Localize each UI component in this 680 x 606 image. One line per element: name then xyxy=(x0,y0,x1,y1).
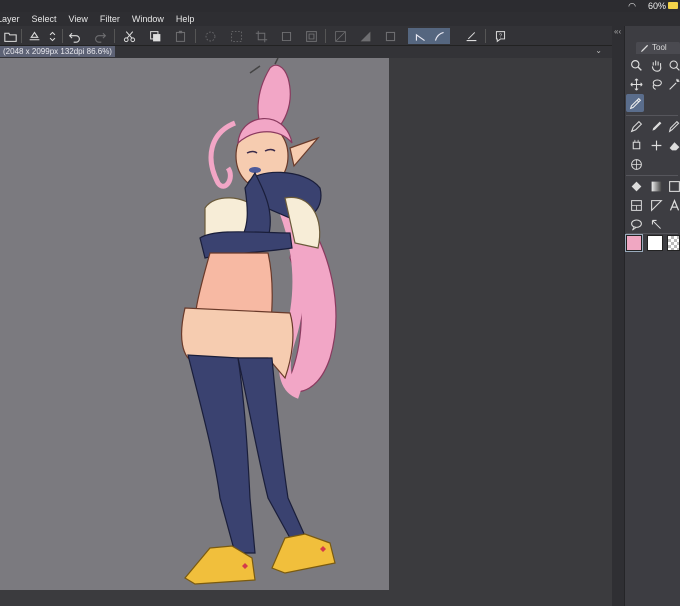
brush-icon[interactable] xyxy=(647,117,665,135)
stepper-icon[interactable] xyxy=(44,28,60,44)
transform-icon[interactable] xyxy=(278,28,294,44)
help-icon[interactable]: ? xyxy=(492,28,508,44)
hand-icon[interactable] xyxy=(647,56,665,74)
panel-divider xyxy=(626,233,678,234)
document-tab[interactable]: (2048 x 2099px 132dpi 86.6%) xyxy=(0,46,115,57)
redo-icon[interactable] xyxy=(92,28,108,44)
tool-tab-label: Tool xyxy=(652,43,667,52)
open-folder-icon[interactable] xyxy=(2,28,18,44)
panel-splitter[interactable] xyxy=(612,40,624,606)
command-bar: ? xyxy=(0,26,612,46)
cut-icon[interactable] xyxy=(121,28,137,44)
ruler-snap-toggle[interactable] xyxy=(408,28,450,44)
sparkle-icon[interactable] xyxy=(647,136,665,154)
workspace xyxy=(0,58,612,606)
eraser-icon[interactable] xyxy=(665,136,680,154)
drawing-canvas[interactable] xyxy=(0,58,389,590)
decoration-icon[interactable] xyxy=(627,136,645,154)
balloon-icon[interactable] xyxy=(627,215,645,233)
lasso-icon[interactable] xyxy=(647,75,665,93)
correct-line-icon[interactable] xyxy=(647,215,665,233)
tool-panel-tab[interactable]: Tool xyxy=(636,42,680,54)
document-tab-bar: (2048 x 2099px 132dpi 86.6%) ⌄ xyxy=(0,46,612,58)
chevron-down-icon[interactable]: ⌄ xyxy=(595,46,602,55)
menu-window[interactable]: Window xyxy=(126,14,170,24)
move-icon[interactable] xyxy=(627,75,645,93)
text-tool-icon[interactable] xyxy=(665,196,680,214)
clear-icon[interactable] xyxy=(332,28,348,44)
invert-selection-icon[interactable] xyxy=(228,28,244,44)
eyedropper-icon[interactable] xyxy=(626,94,644,112)
menu-select[interactable]: Select xyxy=(26,14,63,24)
menu-help[interactable]: Help xyxy=(170,14,201,24)
toolbar-divider xyxy=(21,29,22,43)
menu-bar: Layer Select View Filter Window Help xyxy=(0,12,680,26)
status-bar: ◠ 60% xyxy=(0,0,680,12)
crop-icon[interactable] xyxy=(253,28,269,44)
menu-filter[interactable]: Filter xyxy=(94,14,126,24)
undo-icon[interactable] xyxy=(66,28,82,44)
toolbar-divider xyxy=(195,29,196,43)
ruler-icon[interactable] xyxy=(463,28,479,44)
toolbar-divider xyxy=(325,29,326,43)
main-color-swatch[interactable] xyxy=(625,234,643,252)
svg-text:?: ? xyxy=(498,33,501,39)
scale-icon[interactable] xyxy=(303,28,319,44)
fill-icon[interactable] xyxy=(357,28,373,44)
rotate-icon[interactable] xyxy=(665,56,680,74)
tool-panel xyxy=(624,26,680,606)
grid-icon[interactable] xyxy=(627,155,645,173)
figure-icon[interactable] xyxy=(665,177,680,195)
panel-divider xyxy=(626,115,678,116)
export-icon[interactable] xyxy=(26,28,42,44)
deselect-icon[interactable] xyxy=(202,28,218,44)
fill-bucket-icon[interactable] xyxy=(627,177,645,195)
frame-border-icon[interactable] xyxy=(627,196,645,214)
transparent-color-swatch[interactable] xyxy=(667,235,680,251)
outline-icon[interactable] xyxy=(382,28,398,44)
paste-icon[interactable] xyxy=(172,28,188,44)
zoom-icon[interactable] xyxy=(627,56,645,74)
ruler-tool-icon[interactable] xyxy=(647,196,665,214)
battery-percent: 60% xyxy=(647,1,666,11)
sub-color-swatch[interactable] xyxy=(647,235,663,251)
toolbar-divider xyxy=(485,29,486,43)
artwork xyxy=(180,58,337,585)
pen-icon xyxy=(640,44,649,53)
pen-tool-icon[interactable] xyxy=(627,117,645,135)
magic-wand-icon[interactable] xyxy=(665,75,680,93)
wifi-icon: ◠ xyxy=(628,1,636,11)
battery-icon xyxy=(668,2,678,9)
toolbar-divider xyxy=(62,29,63,43)
menu-view[interactable]: View xyxy=(63,14,94,24)
toolbar-divider xyxy=(114,29,115,43)
panel-divider xyxy=(626,175,678,176)
menu-layer[interactable]: Layer xyxy=(0,14,26,24)
copy-icon[interactable] xyxy=(147,28,163,44)
gradient-icon[interactable] xyxy=(647,177,665,195)
airbrush-icon[interactable] xyxy=(665,117,680,135)
